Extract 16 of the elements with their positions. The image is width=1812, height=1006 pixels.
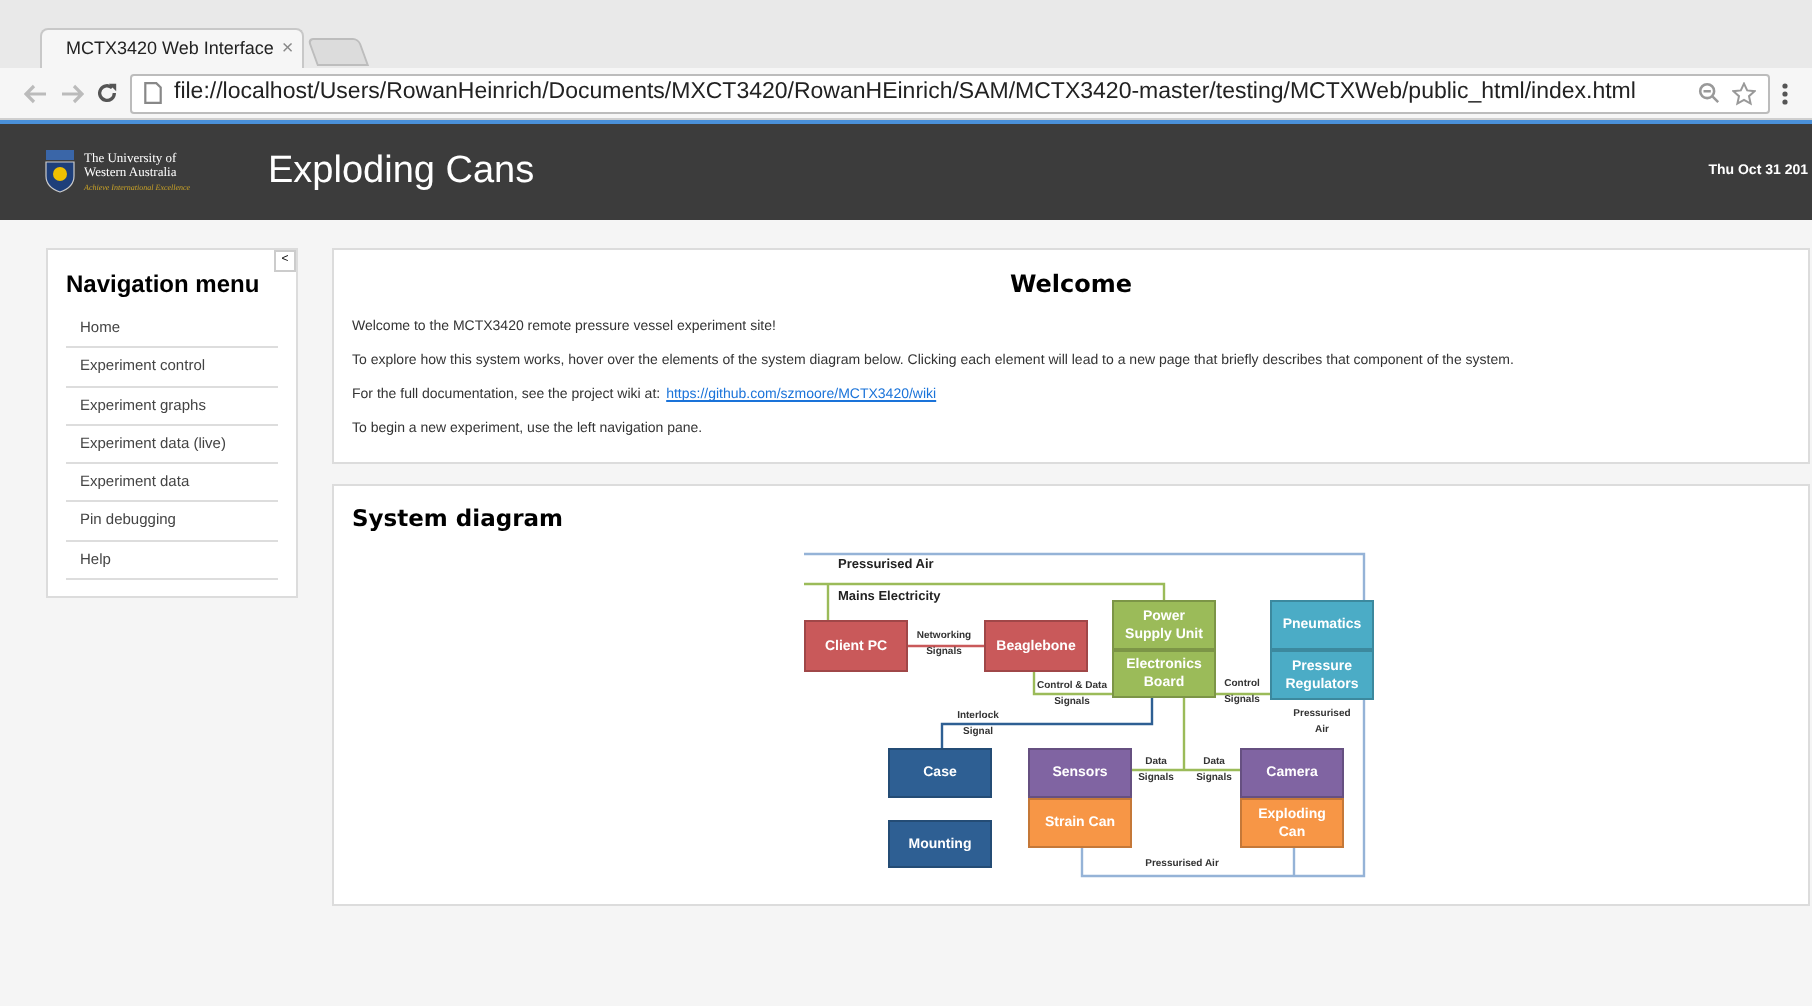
address-bar[interactable]: file://localhost/Users/RowanHeinrich/Documents/MXCT3420/RowanHEinrich/SAM/MCTX3420-master/testing/MCTXWeb/public_html/index.html [130,73,1770,113]
page-icon [144,82,162,104]
diagram-title: System diagram [352,502,565,536]
welcome-title: Welcome [1007,268,1135,302]
reload-icon[interactable] [96,82,118,104]
back-arrow-icon[interactable] [24,83,48,103]
zoom-icon[interactable] [1698,82,1720,104]
site-title: Exploding Cans [268,147,535,196]
star-icon[interactable] [1732,81,1756,105]
nav-title: Navigation menu [66,268,262,302]
crest-icon [44,150,76,194]
forward-arrow-icon[interactable] [60,83,84,103]
close-icon[interactable]: × [281,34,294,64]
new-tab-button[interactable] [306,38,370,66]
menu-icon[interactable] [1782,81,1788,105]
browser-tab[interactable]: MCTX3420 Web Interface × [40,28,304,68]
